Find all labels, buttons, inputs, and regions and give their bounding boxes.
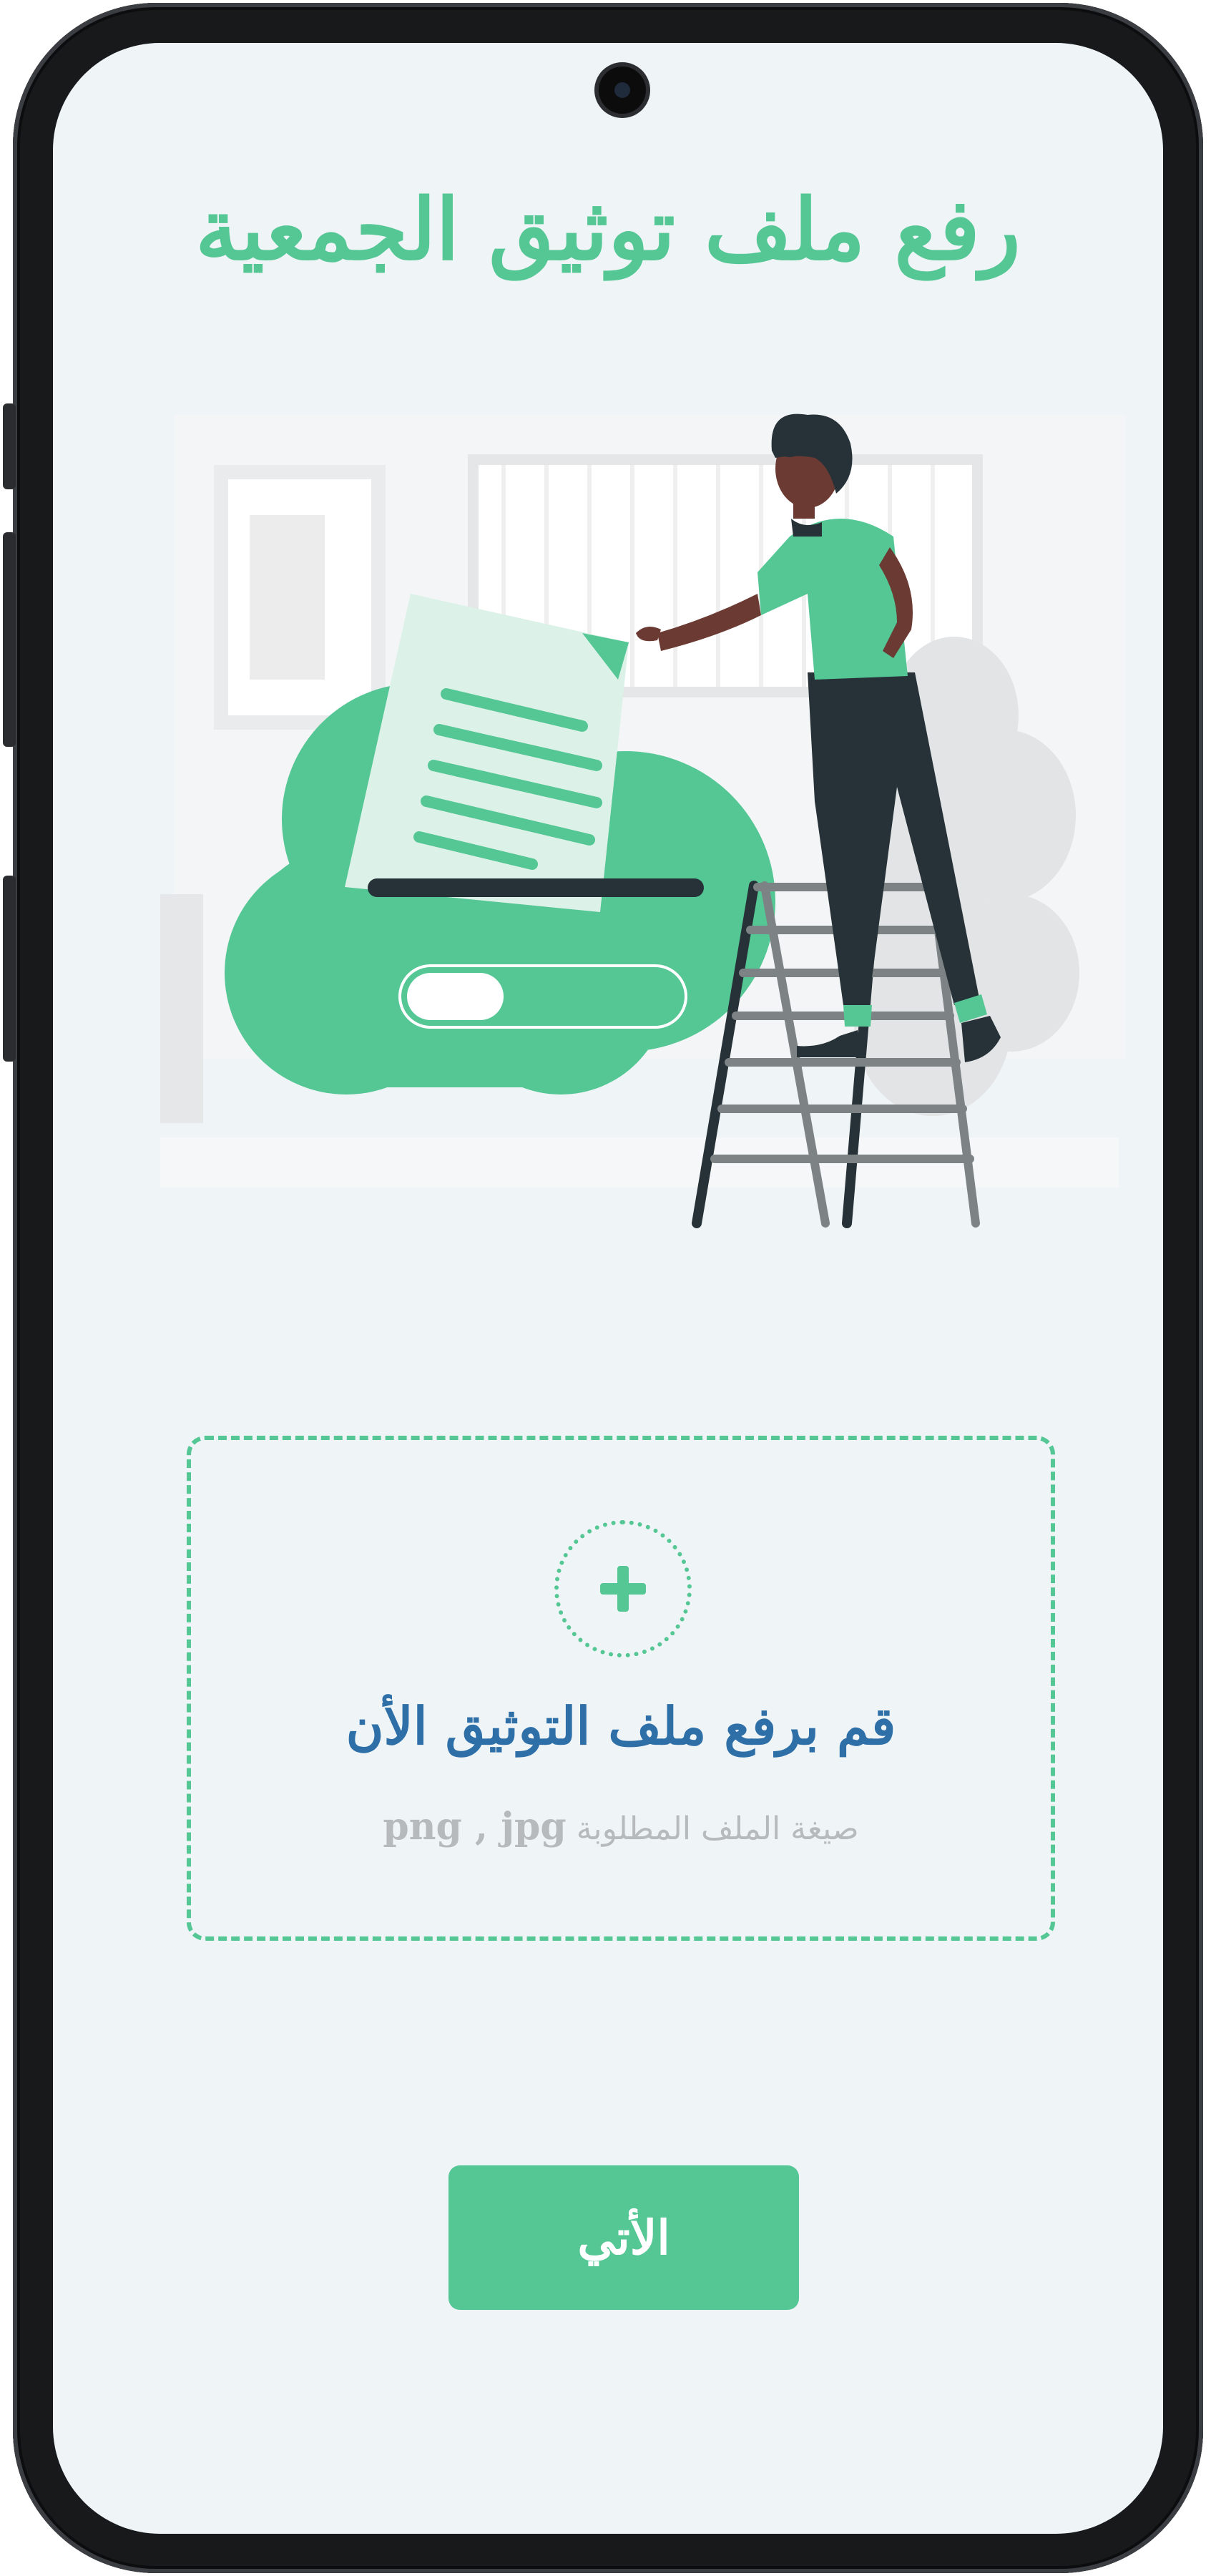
file-upload-cloud-illustration [160, 413, 1126, 1228]
app-screen: رفع ملف توثيق الجمعية قم برفع ملف التوثي… [53, 43, 1163, 2534]
plus-icon [600, 1566, 646, 1612]
phone-frame: رفع ملف توثيق الجمعية قم برفع ملف التوثي… [3, 3, 1203, 2573]
power-button [3, 876, 16, 1062]
upload-format-hint: صيغة الملف المطلوبة png , jpg [191, 1805, 1051, 1849]
upload-dropzone[interactable]: قم برفع ملف التوثيق الأن صيغة الملف المط… [187, 1436, 1055, 1941]
next-button[interactable]: الأتي [448, 2165, 799, 2310]
volume-button [3, 532, 16, 747]
volume-button [3, 403, 16, 489]
upload-hint-label: صيغة الملف المطلوبة [576, 1811, 859, 1847]
upload-hint-formats: png , jpg [383, 1805, 567, 1848]
front-camera [599, 67, 646, 114]
add-file-button[interactable] [554, 1520, 692, 1657]
upload-title: قم برفع ملف التوثيق الأن [345, 1695, 896, 1756]
page-title: رفع ملف توثيق الجمعية [195, 180, 1021, 279]
